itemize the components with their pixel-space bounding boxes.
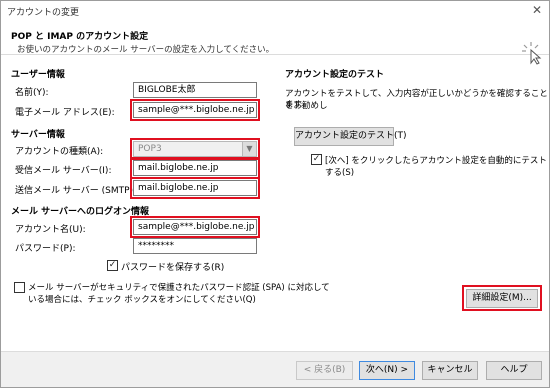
cancel-button[interactable]: キャンセル: [422, 361, 478, 380]
header-title: POP と IMAP のアカウント設定: [11, 32, 149, 42]
test-description-line2: ます。: [285, 100, 310, 110]
name-label: 名前(Y):: [15, 88, 49, 98]
account-settings-dialog: アカウントの変更 ✕ POP と IMAP のアカウント設定 お使いのアカウント…: [0, 0, 550, 388]
save-password-checkbox[interactable]: [107, 260, 118, 271]
chevron-down-icon: ▼: [242, 142, 256, 156]
section-logon-info: メール サーバーへのログオン情報: [11, 207, 150, 217]
incoming-server-input[interactable]: mail.biglobe.ne.jp: [133, 160, 257, 176]
window-title: アカウントの変更: [7, 8, 80, 18]
name-input[interactable]: BIGLOBE太郎: [133, 82, 257, 98]
test-account-button[interactable]: アカウント設定のテスト(T): [294, 127, 407, 146]
back-button[interactable]: < 戻る(B): [296, 361, 353, 380]
incoming-server-label: 受信メール サーバー(I):: [15, 166, 112, 176]
auto-test-label[interactable]: [次へ] をクリックしたらアカウント設定を自動的にテストする(S): [325, 154, 549, 178]
dialog-footer: < 戻る(B) 次へ(N) > キャンセル ヘルプ: [1, 351, 549, 387]
section-test: アカウント設定のテスト: [285, 70, 385, 80]
test-description-line1: アカウントをテストして、入力内容が正しいかどうかを確認することをお勧めし: [285, 89, 548, 111]
email-label: 電子メール アドレス(E):: [15, 108, 115, 118]
cursor-click-icon: [522, 42, 542, 65]
spa-label-line2[interactable]: いる場合には、チェック ボックスをオンにしてください(Q): [28, 293, 256, 305]
more-settings-button[interactable]: 詳細設定(M)...: [466, 289, 538, 308]
title-bar: アカウントの変更 ✕: [1, 1, 549, 19]
dialog-header: POP と IMAP のアカウント設定 お使いのアカウントのメール サーバーの設…: [1, 19, 549, 65]
outgoing-server-input[interactable]: mail.biglobe.ne.jp: [133, 180, 257, 196]
auto-test-checkbox[interactable]: [311, 154, 322, 165]
next-button[interactable]: 次へ(N) >: [359, 361, 415, 380]
section-user-info: ユーザー情報: [11, 70, 65, 80]
password-input[interactable]: ********: [133, 238, 257, 254]
spa-label-line1[interactable]: メール サーバーがセキュリティで保護されたパスワード認証 (SPA) に対応して: [28, 281, 330, 293]
email-input[interactable]: sample@***.biglobe.ne.jp: [133, 102, 257, 118]
help-button[interactable]: ヘルプ: [486, 361, 542, 380]
account-name-label: アカウント名(U):: [15, 225, 86, 235]
section-server-info: サーバー情報: [11, 130, 65, 140]
close-icon[interactable]: ✕: [529, 3, 545, 17]
spa-checkbox[interactable]: [14, 282, 25, 293]
account-type-value: POP3: [138, 144, 162, 154]
password-label: パスワード(P):: [15, 244, 76, 254]
header-description: お使いのアカウントのメール サーバーの設定を入力してください。: [17, 45, 275, 55]
account-type-select[interactable]: POP3 ▼: [133, 141, 257, 157]
account-type-label: アカウントの種類(A):: [15, 147, 104, 157]
account-name-input[interactable]: sample@***.biglobe.ne.jp: [133, 219, 257, 235]
save-password-label[interactable]: パスワードを保存する(R): [121, 260, 224, 273]
